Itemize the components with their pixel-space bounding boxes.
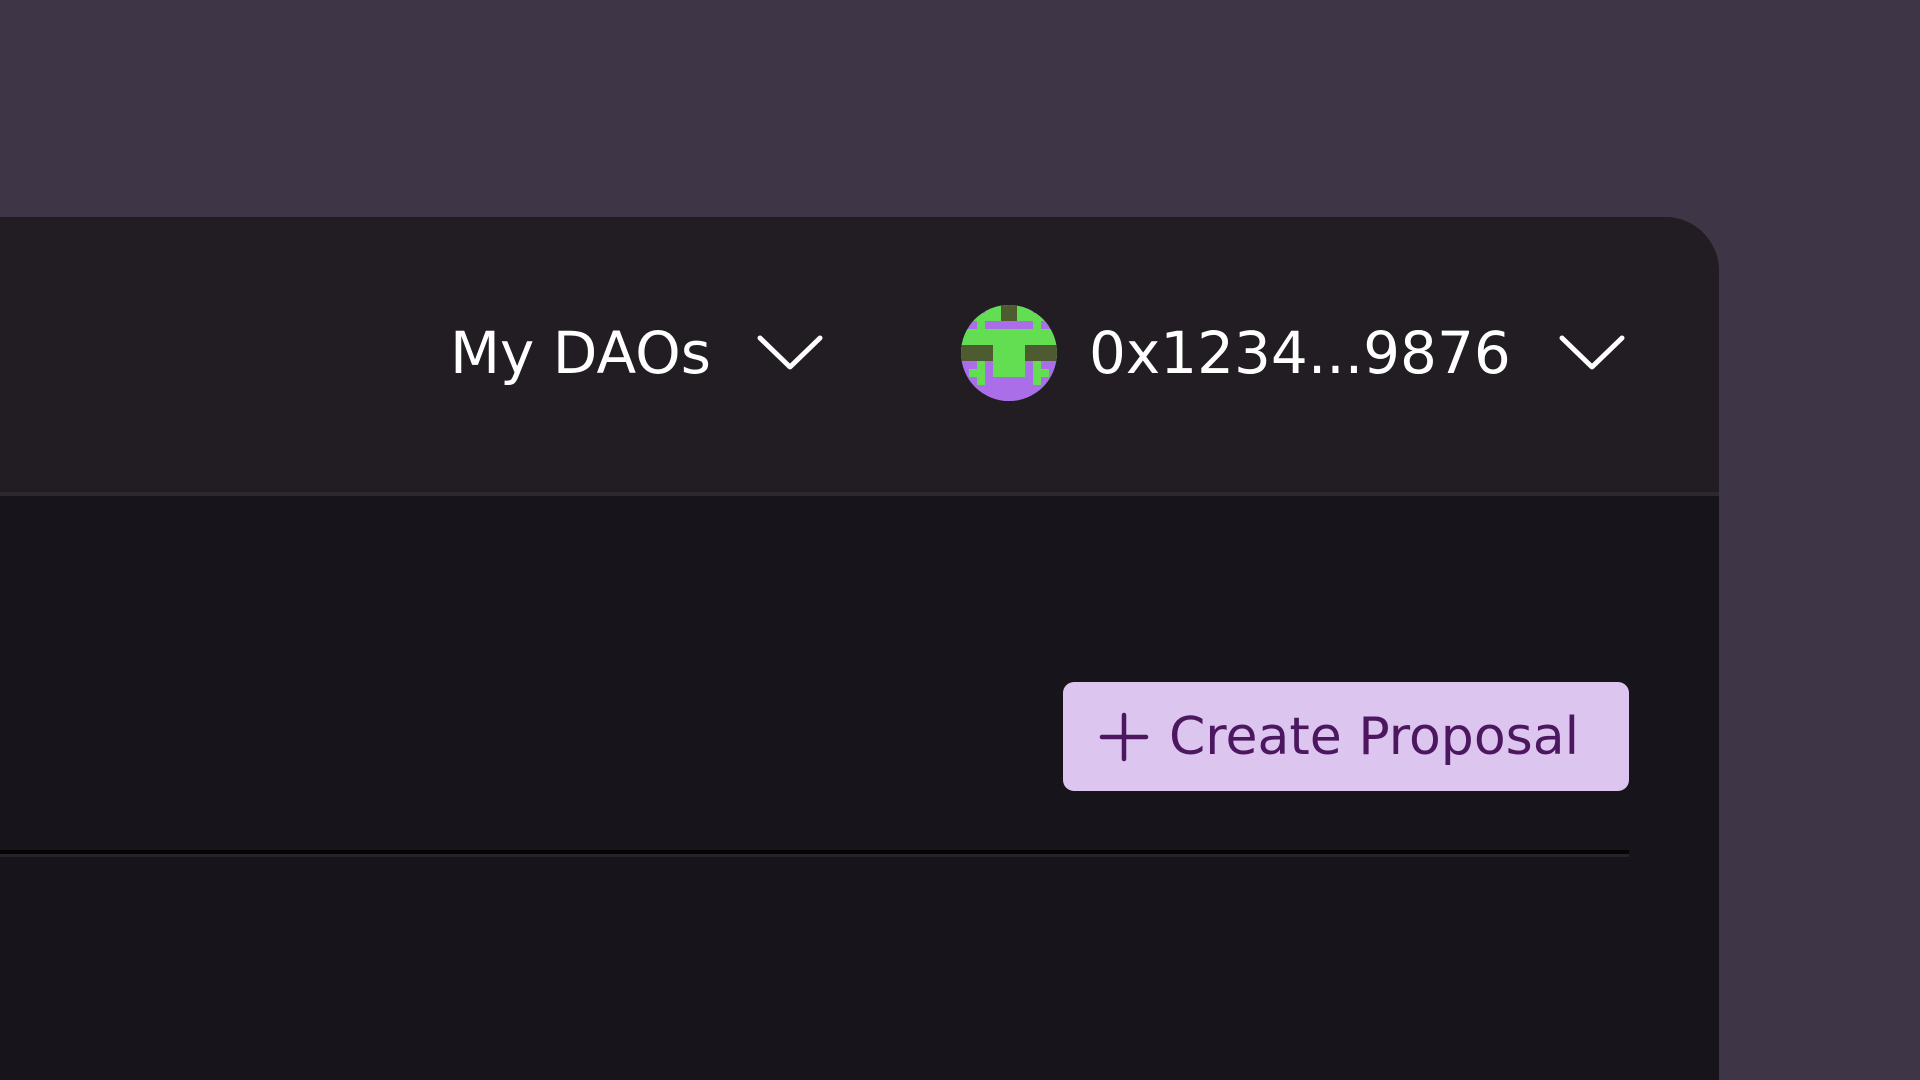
wallet-dropdown[interactable]: 0x1234...9876 [961,303,1625,403]
wallet-address: 0x1234...9876 [1089,319,1511,387]
my-daos-label: My DAOs [450,319,711,387]
top-navigation-bar: My DAOs 0x1234...9876 [0,217,1719,492]
chevron-down-icon [757,335,823,370]
app-window: My DAOs 0x1234...9876 [0,217,1719,1080]
create-proposal-label: Create Proposal [1169,706,1580,767]
pixel-avatar-icon [961,305,1057,401]
plus-icon [1099,712,1149,761]
content-divider-highlight [0,854,1629,857]
chevron-down-icon [1559,335,1625,370]
create-proposal-button[interactable]: Create Proposal [1063,682,1629,791]
my-daos-dropdown[interactable]: My DAOs [450,303,823,403]
